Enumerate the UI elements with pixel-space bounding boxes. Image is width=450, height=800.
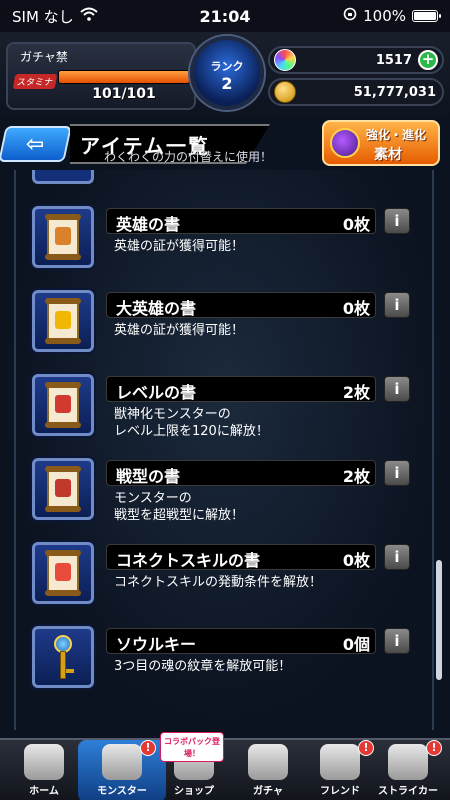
item-name: 英雄の書 — [116, 215, 181, 234]
nav-label: ストライカー — [378, 786, 438, 797]
home-icon — [24, 744, 64, 780]
orb-count: 1517 — [375, 52, 412, 68]
item-icon — [32, 458, 94, 520]
item-name: コネクトスキルの書 — [116, 551, 261, 570]
item-count: 0枚 — [342, 215, 370, 234]
carrier: SIM なし — [12, 6, 172, 27]
list-item[interactable]: 英雄の書 0枚 i 英雄の証が獲得可能！ — [32, 206, 412, 276]
add-orbs-button[interactable]: + — [418, 50, 438, 70]
list-item[interactable]: レベルの書 2枚 i 獣神化モンスターの レベル上限を120に解放！ — [32, 374, 412, 444]
orb-icon — [274, 49, 296, 71]
stamina-label: スタミナ — [12, 74, 58, 89]
back-button[interactable]: ⇦ — [0, 126, 72, 162]
list-item[interactable]: ソウルキー 0個 i 3つ目の魂の紋章を解放可能！ — [32, 626, 412, 696]
info-button[interactable]: i — [384, 460, 410, 486]
gold-count: 51,777,031 — [353, 84, 436, 100]
item-icon — [32, 374, 94, 436]
book-scroll-icon — [45, 298, 81, 344]
list-item[interactable]: 大英雄の書 0枚 i 英雄の証が獲得可能！ — [32, 290, 412, 360]
battery-icon — [412, 10, 441, 22]
item-name: 大英雄の書 — [116, 299, 197, 318]
item-count: 2枚 — [342, 383, 370, 402]
battery-percent: 100% — [363, 7, 406, 25]
item-icon — [32, 542, 94, 604]
list-item[interactable]: 戦型の書 2枚 i モンスターの 戦型を超戦型に解放！ — [32, 458, 412, 528]
gacha-icon — [248, 744, 288, 780]
back-arrow-icon: ⇦ — [25, 131, 45, 157]
book-scroll-icon — [45, 550, 81, 596]
previous-item-icon — [32, 170, 94, 184]
item-icon — [32, 290, 94, 352]
power-button-label-1: 強化・進化 — [366, 128, 427, 142]
stamina-panel[interactable]: ガチャ禁 スタミナ 101/101 — [6, 42, 196, 110]
item-name: レベルの書 — [116, 383, 197, 402]
info-button[interactable]: i — [384, 208, 410, 234]
item-count: 0個 — [342, 635, 370, 654]
item-list[interactable]: 英雄の書 0枚 i 英雄の証が獲得可能！ 大英雄の書 0枚 i 英雄の証が獲得可… — [0, 170, 450, 730]
game-header: ガチャ禁 スタミナ 101/101 ランク 2 1517 + 51,777,03… — [0, 32, 450, 116]
book-scroll-icon — [45, 466, 81, 512]
item-count: 0枚 — [342, 551, 370, 570]
info-button[interactable]: i — [384, 544, 410, 570]
status-bar: SIM なし 21:04 100% — [0, 0, 450, 32]
gold-counter: 51,777,031 — [268, 78, 444, 106]
friend-icon: ! — [320, 740, 374, 780]
bottom-nav: ホーム ! モンスター ショップ コラボパック登場！ ガチャ ! フレンド ! … — [0, 732, 450, 800]
item-description: 英雄の証が獲得可能！ — [114, 239, 245, 254]
stamina-bar — [58, 70, 190, 84]
item-description: モンスターの 戦型を超戦型に解放！ — [114, 491, 245, 523]
item-icon — [32, 206, 94, 268]
item-count: 2枚 — [342, 467, 370, 486]
item-name: ソウルキー — [116, 635, 197, 654]
wifi-icon — [79, 7, 98, 25]
list-item[interactable]: コネクトスキルの書 0枚 i コネクトスキルの発動条件を解放！ — [32, 542, 412, 612]
power-up-material-button[interactable]: 強化・進化 素材 — [322, 120, 440, 166]
book-scroll-icon — [45, 214, 81, 260]
striker-icon: ! — [388, 740, 442, 780]
nav-striker[interactable]: ! ストライカー — [366, 740, 450, 800]
item-icon — [32, 626, 94, 688]
rank-value: 2 — [221, 74, 233, 93]
material-gem-icon — [330, 128, 360, 158]
orb-counter[interactable]: 1517 + — [268, 46, 444, 74]
info-button[interactable]: i — [384, 376, 410, 402]
carrier-label: SIM なし — [12, 7, 74, 26]
gacha-ban-label: ガチャ禁 — [20, 50, 68, 64]
notification-badge: ! — [426, 740, 442, 756]
nav-label: ホーム — [29, 786, 59, 797]
collab-pack-banner[interactable]: コラボパック登場！ — [160, 732, 224, 762]
rank-badge[interactable]: ランク 2 — [190, 36, 264, 110]
item-name: 戦型の書 — [116, 467, 181, 486]
info-button[interactable]: i — [384, 628, 410, 654]
stamina-value: 101/101 — [92, 86, 156, 102]
item-description: 英雄の証が獲得可能！ — [114, 323, 245, 338]
monster-icon: ! — [102, 740, 156, 780]
rotation-lock-icon — [343, 7, 357, 25]
item-description: 3つ目の魂の紋章を解放可能！ — [114, 659, 292, 674]
item-description: 獣神化モンスターの レベル上限を120に解放！ — [114, 407, 269, 439]
rank-label: ランク — [210, 60, 244, 73]
item-description: コネクトスキルの発動条件を解放！ — [114, 575, 323, 590]
gold-coin-icon — [274, 81, 296, 103]
clock: 21:04 — [199, 6, 251, 26]
nav-home[interactable]: ホーム — [0, 740, 88, 800]
info-button[interactable]: i — [384, 292, 410, 318]
item-count: 0枚 — [342, 299, 370, 318]
key-icon — [54, 635, 74, 681]
power-button-label-2: 素材 — [374, 147, 402, 163]
book-scroll-icon — [45, 382, 81, 428]
scrollbar[interactable] — [436, 560, 442, 680]
previous-item-description: わくわくの力の付替えに使用！ — [104, 150, 273, 164]
